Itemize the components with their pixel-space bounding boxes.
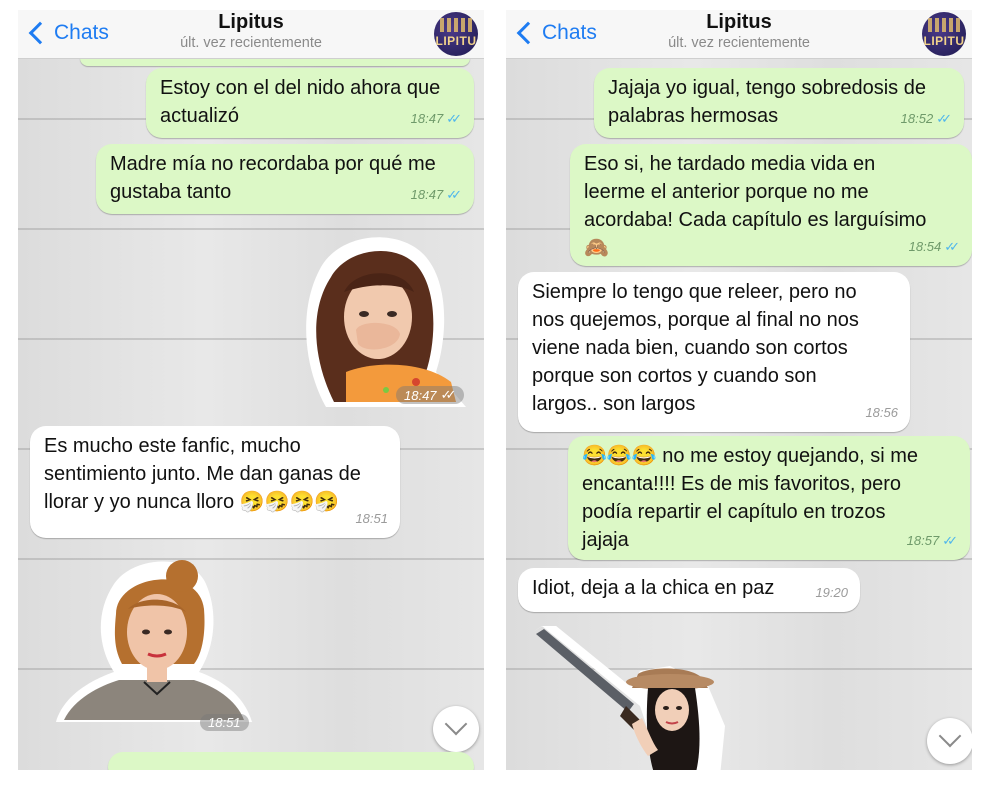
message-bubble-outgoing[interactable]: Estoy con el del nido ahora que actualiz… [146,68,474,138]
message-text: Siempre lo tengo que releer, pero no nos… [532,281,859,415]
message-text: Madre mía no recordaba por qué me gustab… [110,153,436,203]
contact-name[interactable]: Lipitus [506,11,972,34]
message-time: 18:47 ✓✓ [411,105,462,133]
double-check-icon: ✓✓ [446,111,462,126]
avatar-text: LIPITU [435,34,477,48]
sticker-time: 18:47 ✓✓ [396,386,465,404]
scroll-down-button[interactable] [927,718,972,764]
message-bubble-incoming[interactable]: Idiot, deja a la chica en paz 19:20 [518,568,860,612]
chat-screen-left: Chats Lipitus últ. vez recientemente LIP… [18,10,484,770]
sticker-serious-woman[interactable]: 18:51 [54,554,254,731]
double-check-icon: ✓✓ [944,239,960,254]
sticker-surprised-woman[interactable]: 18:47 ✓✓ [286,222,472,408]
message-time: 18:54 ✓✓ [909,233,960,261]
message-text: Es mucho este fanfic, mucho sentimiento … [44,432,386,516]
double-check-icon: ✓✓ [440,387,457,402]
message-bubble-outgoing[interactable]: 😂😂😂 no me estoy quejando, si me encanta!… [568,436,970,560]
sticker-image [56,560,252,722]
see-no-evil-monkey-emoji: 🙈 [584,237,609,259]
message-bubble-partial [108,752,474,770]
message-bubble-outgoing[interactable]: Eso si, he tardado media vida en leerme … [570,144,972,266]
message-bubble-incoming[interactable]: Es mucho este fanfic, mucho sentimiento … [30,426,400,538]
sticker-image [306,237,466,407]
sticker-image [530,621,725,770]
message-text: Idiot, deja a la chica en paz [532,577,775,599]
message-bubble-outgoing[interactable]: Madre mía no recordaba por qué me gustab… [96,144,474,214]
message-bubble-outgoing[interactable]: Jajaja yo igual, tengo sobredosis de pal… [594,68,964,138]
message-time: 19:20 [815,585,848,600]
contact-avatar[interactable]: LIPITU [434,12,478,56]
double-check-icon: ✓✓ [446,187,462,202]
message-time: 18:52 ✓✓ [901,105,952,133]
scroll-down-icon [938,724,962,748]
double-check-icon: ✓✓ [942,533,958,548]
scroll-down-button[interactable] [433,706,479,752]
tears-of-joy-emoji: 😂😂😂 [582,445,657,467]
message-text: Eso si, he tardado media vida en leerme … [584,150,958,262]
sticker-time: 18:51 [200,714,249,731]
chat-screen-right: Chats Lipitus últ. vez recientemente LIP… [506,10,972,770]
avatar-text: LIPITU [923,34,965,48]
contact-avatar[interactable]: LIPITU [922,12,966,56]
last-seen-status: últ. vez recientemente [180,35,322,51]
avatar-pattern [440,18,472,32]
avatar-pattern [928,18,960,32]
sneezing-face-emoji: 🤧🤧🤧🤧 [239,491,340,513]
contact-name[interactable]: Lipitus [18,11,484,34]
message-text: 😂😂😂 no me estoy quejando, si me encanta!… [582,442,956,554]
scroll-down-icon [444,712,468,736]
message-bubble-incoming[interactable]: Siempre lo tengo que releer, pero no nos… [518,272,910,432]
message-time: 18:51 [355,511,388,526]
message-time: 18:56 [865,405,898,420]
message-time: 18:47 ✓✓ [411,181,462,209]
message-time: 18:57 ✓✓ [907,527,958,555]
sticker-cowgirl-rifle[interactable] [530,621,730,770]
chat-header: Chats Lipitus últ. vez recientemente LIP… [506,10,972,59]
last-seen-status: últ. vez recientemente [668,35,810,51]
message-text: Jajaja yo igual, tengo sobredosis de pal… [608,77,926,127]
chat-header: Chats Lipitus últ. vez recientemente LIP… [18,10,484,59]
double-check-icon: ✓✓ [936,111,952,126]
